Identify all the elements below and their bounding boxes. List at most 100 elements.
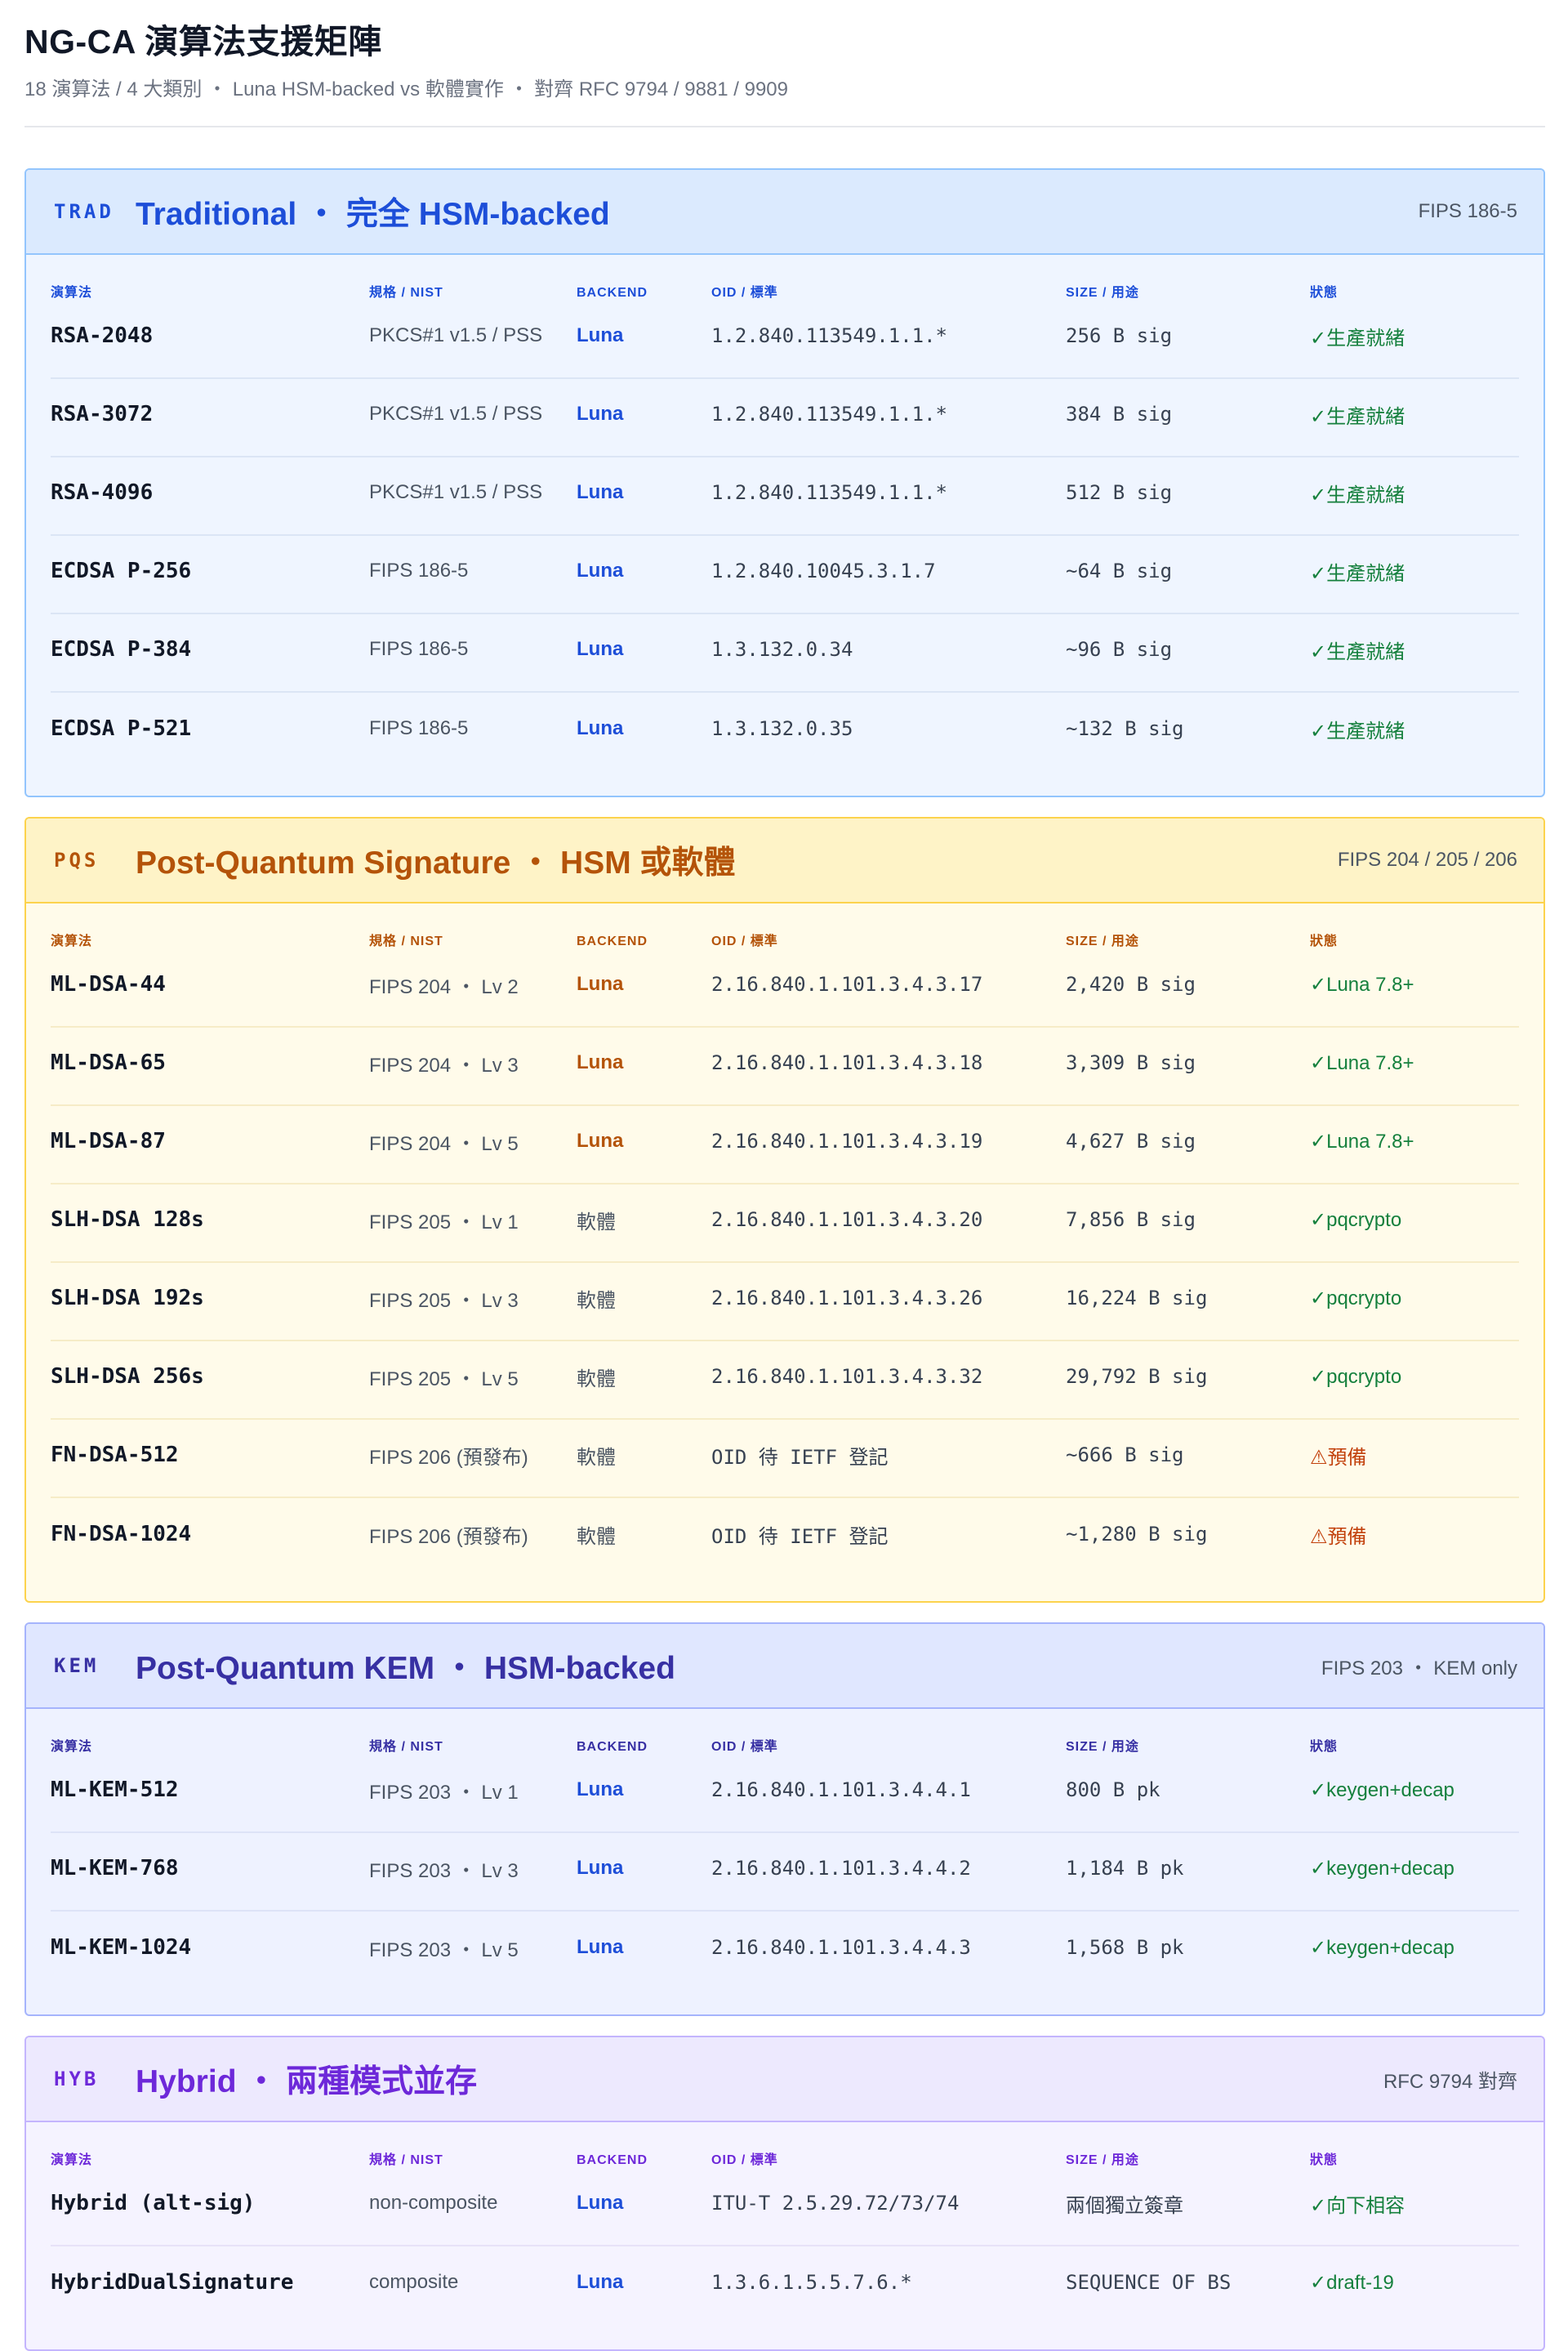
status-badge: ✓pqcrypto (1310, 1365, 1402, 1388)
oid-cell: 2.16.840.1.101.3.4.3.26 (711, 1287, 983, 1309)
algorithm-name: SLH-DSA 192s (51, 1286, 204, 1310)
status-badge: ✓生產就緒 (1310, 405, 1405, 428)
size-cell: ~64 B sig (1066, 560, 1173, 582)
section-tag: KEM (54, 1654, 100, 1677)
table-row: ML-DSA-44 FIPS 204 ・ Lv 2 Luna 2.16.840.1.1… (51, 949, 1519, 1028)
page-title: NG-CA 演算法支援矩陣 (24, 23, 382, 60)
column-header-row: 演算法 規格 / NIST BACKEND OID / 標準 SIZE / 用途 狀態 (51, 1719, 1519, 1755)
backend-cell: Luna (577, 1778, 624, 1800)
table-row: ML-KEM-512 FIPS 203 ・ Lv 1 Luna 2.16.840.1.… (51, 1755, 1519, 1833)
column-header-size: SIZE / 用途 (1066, 2153, 1139, 2167)
size-cell: 29,792 B sig (1066, 1365, 1208, 1388)
spec-cell: composite (369, 2271, 459, 2293)
algorithm-name: SLH-DSA 256s (51, 1364, 204, 1389)
backend-cell: Luna (577, 481, 624, 503)
section-table: 演算法 規格 / NIST BACKEND OID / 標準 SIZE / 用途 狀態 ML… (26, 1709, 1544, 2014)
table-row: RSA-3072 PKCS#1 v1.5 / PSS Luna 1.2.840.113… (51, 379, 1519, 457)
page-subtitle: 18 演算法 / 4 大類別 ・ Luna HSM-backed vs 軟體實作… (24, 78, 789, 100)
table-row: ECDSA P-384 FIPS 186-5 Luna 1.3.132.0.34 ~96… (51, 614, 1519, 693)
status-badge: ✓生產就緒 (1310, 720, 1405, 743)
column-header-size: SIZE / 用途 (1066, 1740, 1139, 1754)
algorithm-name: ECDSA P-384 (51, 637, 192, 662)
table-row: ECDSA P-256 FIPS 186-5 Luna 1.2.840.10045.3… (51, 536, 1519, 614)
algorithm-name: RSA-3072 (51, 402, 154, 426)
algorithm-name: ML-DSA-44 (51, 972, 166, 997)
spec-cell: FIPS 204 ・ Lv 2 (369, 975, 519, 998)
table-row: SLH-DSA 192s FIPS 205 ・ Lv 3 軟體 2.16.840.1.… (51, 1263, 1519, 1341)
table-row: ML-KEM-1024 FIPS 203 ・ Lv 5 Luna 2.16.840.1… (51, 1912, 1519, 1990)
size-cell: 7,856 B sig (1066, 1208, 1196, 1231)
algorithm-name: ML-KEM-512 (51, 1778, 179, 1802)
spec-cell: FIPS 186-5 (369, 638, 469, 660)
size-cell: 兩個獨立簽章 (1066, 2193, 1183, 2217)
oid-cell: 2.16.840.1.101.3.4.4.1 (711, 1778, 971, 1801)
column-header-algorithm: 演算法 (51, 1740, 93, 1754)
table-row: RSA-4096 PKCS#1 v1.5 / PSS Luna 1.2.840.113… (51, 457, 1519, 536)
column-header-algorithm: 演算法 (51, 935, 93, 948)
section-header: TRAD Traditional ・ 完全 HSM-backed FIPS 186-… (26, 170, 1544, 255)
oid-cell: 2.16.840.1.101.3.4.3.32 (711, 1365, 983, 1388)
backend-cell: Luna (577, 1051, 624, 1073)
spec-cell: FIPS 203 ・ Lv 1 (369, 1781, 519, 1804)
size-cell: 3,309 B sig (1066, 1051, 1196, 1074)
status-badge: ✓生產就緒 (1310, 562, 1405, 585)
backend-cell: 軟體 (577, 1446, 616, 1469)
algorithm-name: FN-DSA-1024 (51, 1522, 192, 1546)
spec-cell: FIPS 204 ・ Lv 5 (369, 1132, 519, 1155)
algorithm-matrix: TRAD Traditional ・ 完全 HSM-backed FIPS 186-… (24, 168, 1545, 2351)
column-header-row: 演算法 規格 / NIST BACKEND OID / 標準 SIZE / 用途 狀態 (51, 913, 1519, 949)
backend-cell: Luna (577, 560, 624, 582)
oid-cell: ITU-T 2.5.29.72/73/74 (711, 2192, 960, 2215)
spec-cell: FIPS 203 ・ Lv 3 (369, 1859, 519, 1882)
page: NG-CA 演算法支援矩陣 18 演算法 / 4 大類別 ・ Luna HSM-… (0, 0, 1568, 2351)
status-badge: ✓pqcrypto (1310, 1287, 1402, 1309)
status-badge: ⚠預備 (1310, 1446, 1367, 1469)
spec-cell: FIPS 205 ・ Lv 5 (369, 1367, 519, 1390)
column-header-oid: OID / 標準 (711, 286, 778, 300)
spec-cell: FIPS 203 ・ Lv 5 (369, 1938, 519, 1961)
table-row: SLH-DSA 256s FIPS 205 ・ Lv 5 軟體 2.16.840.1.… (51, 1341, 1519, 1420)
size-cell: 4,627 B sig (1066, 1130, 1196, 1153)
column-header-size: SIZE / 用途 (1066, 286, 1139, 300)
status-badge: ✓向下相容 (1310, 2194, 1405, 2217)
column-header-oid: OID / 標準 (711, 935, 778, 948)
status-badge: ✓draft-19 (1310, 2271, 1394, 2294)
section-title: Post-Quantum KEM ・ HSM-backed (136, 1651, 675, 1686)
section-header: HYB Hybrid ・ 兩種模式並存 RFC 9794 對齊 (26, 2037, 1544, 2122)
size-cell: 384 B sig (1066, 403, 1173, 426)
algorithm-name: Hybrid (alt-sig) (51, 2191, 256, 2215)
section-title: Traditional ・ 完全 HSM-backed (136, 197, 610, 232)
table-row: ML-KEM-768 FIPS 203 ・ Lv 3 Luna 2.16.840.1.… (51, 1833, 1519, 1912)
column-header-spec: 規格 / NIST (369, 286, 443, 300)
backend-cell: Luna (577, 973, 624, 995)
spec-cell: FIPS 206 (預發布) (369, 1525, 528, 1548)
table-row: FN-DSA-1024 FIPS 206 (預發布) 軟體 OID 待 IETF 登記… (51, 1498, 1519, 1577)
section-tag: HYB (54, 2068, 100, 2090)
oid-cell: 2.16.840.1.101.3.4.4.2 (711, 1857, 971, 1880)
spec-cell: FIPS 205 ・ Lv 3 (369, 1289, 519, 1312)
header-divider (24, 126, 1545, 127)
column-header-status: 狀態 (1310, 935, 1339, 948)
column-header-backend: BACKEND (577, 2153, 648, 2167)
oid-cell: OID 待 IETF 登記 (711, 1524, 889, 1548)
status-badge: ✓Luna 7.8+ (1310, 1130, 1414, 1153)
oid-cell: 1.3.6.1.5.5.7.6.* (711, 2271, 912, 2294)
section-reference: FIPS 204 / 205 / 206 (1337, 849, 1517, 871)
status-badge: ✓keygen+decap (1310, 1857, 1454, 1880)
backend-cell: Luna (577, 638, 624, 660)
section-trad: TRAD Traditional ・ 完全 HSM-backed FIPS 186-… (24, 168, 1545, 797)
status-badge: ✓keygen+decap (1310, 1778, 1454, 1801)
column-header-oid: OID / 標準 (711, 1740, 778, 1754)
backend-cell: Luna (577, 1936, 624, 1958)
algorithm-name: ML-DSA-65 (51, 1051, 166, 1075)
oid-cell: 2.16.840.1.101.3.4.3.18 (711, 1051, 983, 1074)
spec-cell: FIPS 186-5 (369, 717, 469, 739)
size-cell: 256 B sig (1066, 324, 1173, 347)
backend-cell: Luna (577, 324, 624, 346)
section-table: 演算法 規格 / NIST BACKEND OID / 標準 SIZE / 用途 狀態 Hy… (26, 2122, 1544, 2349)
backend-cell: 軟體 (577, 1289, 616, 1312)
size-cell: ~1,280 B sig (1066, 1523, 1208, 1546)
size-cell: ~132 B sig (1066, 717, 1184, 740)
status-badge: ✓Luna 7.8+ (1310, 1051, 1414, 1074)
oid-cell: 1.2.840.113549.1.1.* (711, 324, 947, 347)
